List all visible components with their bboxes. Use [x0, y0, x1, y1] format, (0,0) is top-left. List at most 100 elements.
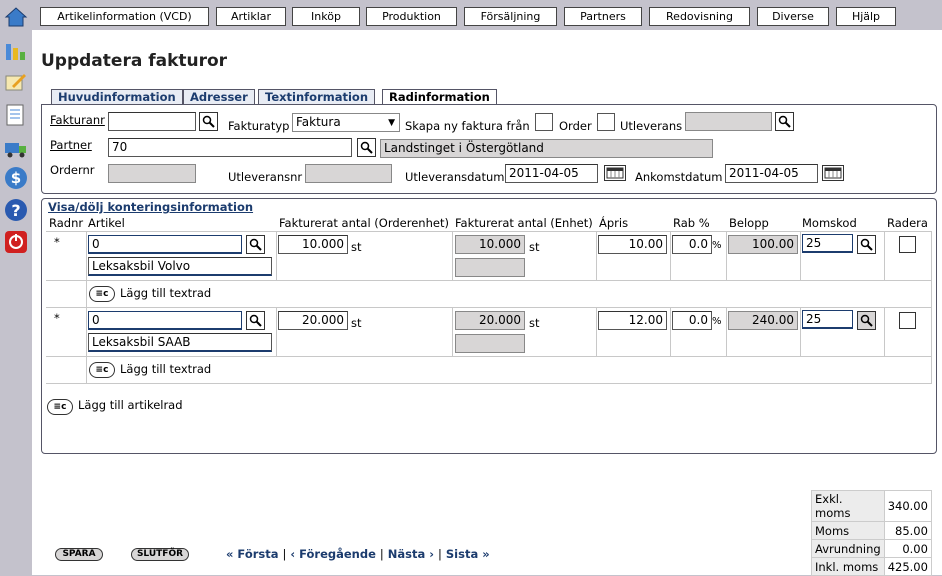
summary-value: 340.00	[883, 490, 932, 522]
slutfor-button[interactable]: SLUTFÖR	[131, 548, 189, 561]
utleverans-search-button[interactable]	[775, 112, 794, 131]
antal-order-input[interactable]: 10.000	[278, 235, 348, 254]
partner-input[interactable]: 70	[108, 138, 352, 157]
spara-button[interactable]: SPARA	[55, 548, 103, 561]
summary-row: Exkl. moms 340.00	[811, 490, 932, 522]
utleverans-radio[interactable]	[597, 113, 615, 131]
grid-line	[46, 280, 932, 281]
menu-redovisning[interactable]: Redovisning	[649, 7, 750, 26]
menu-diverse[interactable]: Diverse	[757, 7, 829, 26]
add-artikelrad-link[interactable]: Lägg till artikelrad	[78, 398, 183, 412]
grid-line	[800, 231, 801, 280]
ordernr-input	[108, 164, 196, 183]
add-textrad-icon[interactable]: ≡c	[89, 362, 115, 378]
col-momskod: Momskod	[802, 216, 857, 230]
partner-name-field: Landstinget i Östergötland	[380, 139, 713, 158]
grid-line	[726, 231, 727, 280]
calendar-icon[interactable]	[822, 165, 844, 181]
radera-checkbox[interactable]	[899, 312, 916, 329]
tab-radinformation[interactable]: Radinformation	[382, 89, 497, 104]
add-textrad-link[interactable]: Lägg till textrad	[120, 362, 211, 376]
artikel-search-button[interactable]	[246, 311, 265, 330]
fakturatyp-select[interactable]: Faktura ▼	[292, 113, 400, 132]
apris-input[interactable]: 12.00	[598, 311, 667, 330]
benamning-input[interactable]: Leksaksbil Volvo	[88, 257, 272, 276]
utleveransdatum-input[interactable]: 2011-04-05	[505, 164, 598, 183]
menu-artikelinformation[interactable]: Artikelinformation (VCD)	[40, 7, 209, 26]
utleverans-label: Utleverans	[620, 119, 683, 133]
chevron-down-icon: ▼	[388, 118, 395, 128]
calendar-icon[interactable]	[604, 165, 626, 181]
antal-order-input[interactable]: 20.000	[278, 311, 348, 330]
tab-textinformation[interactable]: Textinformation	[258, 89, 376, 104]
menu-produktion[interactable]: Produktion	[366, 7, 457, 26]
tab-huvudinformation[interactable]: Huvudinformation	[51, 89, 183, 104]
pager-next[interactable]: Nästa ›	[388, 547, 434, 561]
artikel-input[interactable]: 0	[88, 235, 242, 254]
pager-separator: |	[438, 547, 442, 561]
add-textrad-icon[interactable]: ≡c	[89, 286, 115, 302]
pager-previous[interactable]: ‹ Föregående	[290, 547, 376, 561]
artikel-search-button[interactable]	[246, 235, 265, 254]
search-icon	[249, 238, 262, 251]
grid-line	[276, 231, 277, 280]
page-title: Uppdatera fakturor	[41, 51, 228, 71]
grid-line	[452, 231, 453, 280]
grid-line	[884, 231, 885, 280]
belopp-field: 100.00	[728, 235, 798, 254]
momskod-search-button[interactable]	[857, 311, 876, 330]
fakturanr-input[interactable]	[108, 112, 196, 131]
row-radnr: *	[54, 235, 60, 249]
grid-line	[596, 307, 597, 356]
toggle-kontering-link[interactable]: Visa/dölj konteringsinformation	[48, 200, 253, 214]
power-icon[interactable]	[4, 230, 28, 254]
apris-input[interactable]: 10.00	[598, 235, 667, 254]
truck-icon[interactable]	[4, 136, 28, 160]
enhet-order-label: st	[351, 316, 362, 330]
col-rabatt: Rab %	[673, 216, 710, 230]
menu-hjalp[interactable]: Hjälp	[836, 7, 896, 26]
menu-partners[interactable]: Partners	[564, 7, 642, 26]
momskod-input[interactable]: 25	[802, 234, 853, 253]
menu-forsaljning[interactable]: Försäljning	[464, 7, 557, 26]
radera-checkbox[interactable]	[899, 236, 916, 253]
grid-line	[596, 231, 597, 280]
summary-value: 85.00	[883, 521, 932, 540]
pager-first[interactable]: « Första	[226, 547, 279, 561]
add-artikelrad-icon[interactable]: ≡c	[47, 399, 73, 415]
menu-inkop[interactable]: Inköp	[292, 7, 360, 26]
momskod-search-button[interactable]	[857, 235, 876, 254]
pager-last[interactable]: Sista »	[446, 547, 490, 561]
col-antal-enhet: Fakturerat antal (Enhet)	[455, 216, 593, 230]
partner-search-button[interactable]	[357, 138, 376, 157]
order-radio[interactable]	[535, 113, 553, 131]
summary-value: 0.00	[883, 539, 932, 558]
search-icon	[778, 115, 791, 128]
grid-line	[86, 231, 87, 383]
belopp-field: 240.00	[728, 311, 798, 330]
antal-enhet-extra-field	[455, 334, 525, 353]
grid-line	[452, 307, 453, 356]
dollar-icon[interactable]: $	[4, 166, 28, 190]
menu-artiklar[interactable]: Artiklar	[216, 7, 286, 26]
add-textrad-link[interactable]: Lägg till textrad	[120, 286, 211, 300]
rabatt-input[interactable]: 0.0	[672, 311, 712, 330]
home-icon[interactable]	[4, 5, 28, 29]
help-icon[interactable]: ?	[4, 198, 28, 222]
svg-text:$: $	[11, 169, 21, 187]
grid-line	[726, 307, 727, 356]
momskod-input[interactable]: 25	[802, 310, 853, 329]
grid-line	[276, 307, 277, 356]
chart-icon[interactable]	[4, 38, 28, 62]
ankomstdatum-input[interactable]: 2011-04-05	[725, 164, 818, 183]
search-icon	[860, 314, 873, 327]
fakturanr-search-button[interactable]	[199, 112, 218, 131]
benamning-input[interactable]: Leksaksbil SAAB	[88, 333, 272, 352]
notes-icon[interactable]	[4, 103, 28, 127]
summary-row: Inkl. moms 425.00	[811, 557, 932, 576]
edit-icon[interactable]	[4, 70, 28, 94]
pager-separator: |	[282, 547, 287, 561]
tab-adresser[interactable]: Adresser	[183, 89, 255, 104]
rabatt-input[interactable]: 0.0	[672, 235, 712, 254]
artikel-input[interactable]: 0	[88, 311, 242, 330]
